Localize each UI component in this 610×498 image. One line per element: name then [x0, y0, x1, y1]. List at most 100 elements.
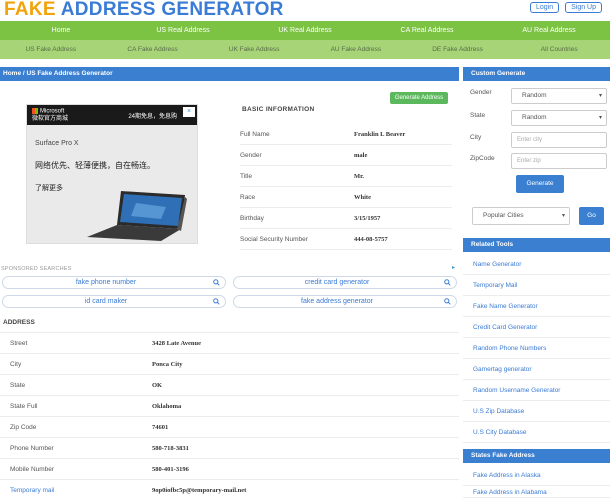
sponsored-search-item[interactable]: credit card generator	[233, 276, 457, 289]
address-value: 3428 Late Avenue	[152, 339, 201, 347]
address-label: State Full	[10, 402, 38, 410]
nav-home[interactable]: Home	[0, 21, 122, 40]
breadcrumb-home[interactable]: Home	[3, 70, 21, 77]
ad-brand-sub: 微软官方商城	[32, 115, 69, 122]
nav-ca-real-address[interactable]: CA Real Address	[366, 21, 488, 40]
address-label: State	[10, 381, 26, 389]
signup-button[interactable]: Sign Up	[565, 2, 602, 13]
address-row-street: Street 3428 Late Avenue	[0, 332, 459, 353]
sidebar-generate-button[interactable]: Generate	[516, 175, 564, 193]
basic-value: 444-08-5757	[354, 235, 388, 243]
nav-us-fake-address[interactable]: US Fake Address	[0, 40, 102, 59]
address-row-state-full: State Full Oklahoma	[0, 395, 459, 416]
sponsored-search-text: id card maker	[84, 298, 128, 305]
state-select-value: Random	[522, 114, 547, 121]
nav-uk-fake-address[interactable]: UK Fake Address	[203, 40, 305, 59]
nav-au-fake-address[interactable]: AU Fake Address	[305, 40, 407, 59]
ad-brand-name: Microsoft	[40, 108, 65, 115]
address-label: Street	[10, 339, 28, 347]
state-link[interactable]: Fake Address in Alaska	[463, 465, 610, 486]
zipcode-input[interactable]: Enter zip	[511, 153, 607, 169]
tool-link[interactable]: Name Generator	[463, 254, 610, 275]
related-tools-heading: Related Tools	[463, 238, 610, 252]
search-icon	[213, 298, 220, 305]
nav-all-countries[interactable]: All Countries	[508, 40, 610, 59]
adchoices-icon[interactable]: ▸	[452, 264, 455, 271]
tool-link[interactable]: U.S Zip Database	[463, 401, 610, 422]
search-icon	[213, 279, 220, 286]
tool-link[interactable]: Random Username Generator	[463, 380, 610, 401]
ad-close-icon[interactable]: ×	[183, 107, 195, 117]
gender-label: Gender	[470, 89, 492, 96]
ad-slogan: 网络优先、轻薄便携，自在畅连。	[35, 161, 155, 170]
states-fake-address-heading: States Fake Address	[463, 449, 610, 463]
address-row-state: State OK	[0, 374, 459, 395]
tool-link[interactable]: Credit Card Generator	[463, 317, 610, 338]
go-button[interactable]: Go	[579, 207, 604, 225]
site-logo[interactable]: FAKE ADDRESS GENERATOR	[4, 0, 284, 19]
account-links: Login Sign Up	[529, 2, 602, 13]
ad-learn-more[interactable]: 了解更多	[35, 183, 63, 193]
basic-info-heading: BASIC INFORMATION	[242, 106, 315, 113]
logo-text-fake: FAKE	[4, 0, 56, 20]
nav-uk-real-address[interactable]: UK Real Address	[244, 21, 366, 40]
sponsored-search-item[interactable]: fake phone number	[2, 276, 226, 289]
basic-label: Title	[240, 172, 253, 180]
address-label: Phone Number	[10, 444, 54, 452]
sponsored-searches-label: SPONSORED SEARCHES	[1, 266, 72, 272]
login-button[interactable]: Login	[529, 2, 560, 13]
popular-cities-select[interactable]: Popular Cities ▾	[472, 207, 570, 225]
ad-brand: Microsoft 微软官方商城	[32, 108, 68, 123]
ad-model: Surface Pro X	[35, 140, 79, 147]
basic-label: Race	[240, 193, 256, 201]
basic-value: Franklin L Beaver	[354, 130, 406, 138]
city-label: City	[470, 134, 482, 141]
nav-de-fake-address[interactable]: DE Fake Address	[407, 40, 509, 59]
address-label: Zip Code	[10, 423, 37, 431]
nav-au-real-address[interactable]: AU Real Address	[488, 21, 610, 40]
gender-select-value: Random	[522, 92, 547, 99]
popular-cities-value: Popular Cities	[483, 212, 524, 219]
basic-label: Full Name	[240, 130, 270, 138]
gender-select[interactable]: Random ▾	[511, 88, 607, 104]
address-row-zip: Zip Code 74601	[0, 416, 459, 437]
address-value: 74601	[152, 423, 169, 431]
breadcrumb-separator: /	[22, 70, 25, 77]
tool-link[interactable]: Random Phone Numbers	[463, 338, 610, 359]
logo-text-address-generator: ADDRESS GENERATOR	[60, 0, 284, 20]
sponsored-search-item[interactable]: fake address generator	[233, 295, 457, 308]
address-value: 580-718-3831	[152, 444, 189, 452]
basic-label: Gender	[240, 151, 262, 159]
address-value: Ponca City	[152, 360, 183, 368]
sponsored-search-item[interactable]: id card maker	[2, 295, 226, 308]
search-icon	[444, 298, 451, 305]
nav-ca-fake-address[interactable]: CA Fake Address	[102, 40, 204, 59]
ad-promo: 24期免息，免息购	[128, 114, 177, 120]
breadcrumb-current: US Fake Address Generator	[26, 70, 113, 77]
tool-link[interactable]: Gamertag generator	[463, 359, 610, 380]
basic-row-ssn: Social Security Number 444-08-5757	[240, 229, 452, 250]
basic-value: White	[354, 193, 371, 201]
secondary-nav: US Fake Address CA Fake Address UK Fake …	[0, 40, 610, 59]
advertisement[interactable]: Microsoft 微软官方商城 24期免息，免息购 × Surface Pro…	[26, 104, 198, 244]
tool-link[interactable]: U.S City Database	[463, 422, 610, 443]
chevron-down-icon: ▾	[561, 213, 565, 219]
address-heading: ADDRESS	[3, 319, 35, 326]
sponsored-search-text: fake phone number	[75, 279, 137, 286]
state-select[interactable]: Random ▾	[511, 110, 607, 126]
address-label: City	[10, 360, 22, 368]
tool-link[interactable]: Fake Name Generator	[463, 296, 610, 317]
microsoft-logo-icon	[32, 108, 38, 114]
state-link[interactable]: Fake Address in Alabama	[463, 486, 610, 498]
search-icon	[444, 279, 451, 286]
chevron-down-icon: ▾	[598, 115, 602, 121]
temporary-mail-link[interactable]: Temporary mail	[0, 487, 152, 494]
tool-link[interactable]: Temporary Mail	[463, 275, 610, 296]
address-value: OK	[152, 381, 163, 389]
nav-us-real-address[interactable]: US Real Address	[122, 21, 244, 40]
generate-address-button[interactable]: Generate Address	[390, 92, 448, 104]
address-row-temporary-mail: Temporary mail 9op0iofbc5p@temporary-mai…	[0, 479, 459, 498]
breadcrumb: Home / US Fake Address Generator	[0, 67, 459, 81]
basic-value: 3/15/1957	[354, 214, 381, 222]
city-input[interactable]: Enter city	[511, 132, 607, 148]
